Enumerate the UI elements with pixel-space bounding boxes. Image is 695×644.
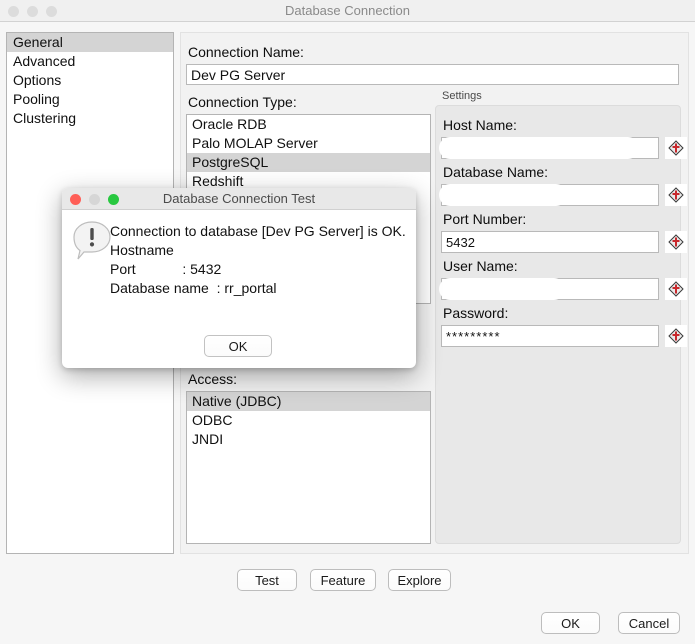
cancel-button[interactable]: Cancel [618, 612, 680, 634]
user-name-label: User Name: [443, 258, 518, 274]
settings-groupbox-legend: Settings [439, 90, 485, 102]
host-name-red-diamond-icon[interactable] [665, 137, 687, 159]
test-button[interactable]: Test [237, 569, 297, 591]
window-title: Database Connection [284, 3, 411, 18]
port-number-label: Port Number: [443, 211, 527, 227]
access-label: Access: [188, 371, 238, 387]
list-item[interactable]: Oracle RDB [187, 115, 430, 134]
explore-button[interactable]: Explore [388, 569, 451, 591]
password-label: Password: [443, 305, 509, 321]
sidebar-item-pooling[interactable]: Pooling [7, 90, 173, 109]
list-item[interactable]: Palo MOLAP Server [187, 134, 430, 153]
password-red-diamond-icon[interactable] [665, 325, 687, 347]
database-name-red-diamond-icon[interactable] [665, 184, 687, 206]
access-listbox[interactable]: Native (JDBC) ODBC JNDI [186, 391, 431, 544]
app-window: Database Connection General Advanced Opt… [0, 0, 695, 644]
sidebar-item-advanced[interactable]: Advanced [7, 52, 173, 71]
dialog-title: Database Connection Test [162, 191, 316, 206]
list-item[interactable]: Native (JDBC) [187, 392, 430, 411]
host-name-input[interactable] [441, 137, 659, 159]
database-name-label: Database Name: [443, 164, 549, 180]
exclamation-bubble-icon [70, 218, 114, 262]
list-item[interactable]: ODBC [187, 411, 430, 430]
list-item[interactable]: PostgreSQL [187, 153, 430, 172]
window-titlebar: Database Connection [0, 0, 695, 22]
sidebar-item-general[interactable]: General [7, 33, 173, 52]
feature-button[interactable]: Feature [310, 569, 376, 591]
connection-type-label: Connection Type: [188, 94, 297, 110]
user-name-input[interactable] [441, 278, 659, 300]
connection-name-input[interactable] [186, 64, 679, 85]
port-number-red-diamond-icon[interactable] [665, 231, 687, 253]
dialog-ok-button[interactable]: OK [204, 335, 272, 357]
ok-button[interactable]: OK [541, 612, 600, 634]
connection-name-label: Connection Name: [188, 44, 304, 60]
port-number-input[interactable] [441, 231, 659, 253]
list-item[interactable]: JNDI [187, 430, 430, 449]
connection-test-dialog: Database Connection Test Connection to d… [62, 188, 416, 368]
host-name-label: Host Name: [443, 117, 517, 133]
dialog-titlebar: Database Connection Test [62, 188, 416, 210]
sidebar-item-options[interactable]: Options [7, 71, 173, 90]
database-name-input[interactable] [441, 184, 659, 206]
dialog-message: Connection to database [Dev PG Server] i… [110, 223, 406, 296]
user-name-red-diamond-icon[interactable] [665, 278, 687, 300]
password-input[interactable] [441, 325, 659, 347]
sidebar-item-clustering[interactable]: Clustering [7, 109, 173, 128]
